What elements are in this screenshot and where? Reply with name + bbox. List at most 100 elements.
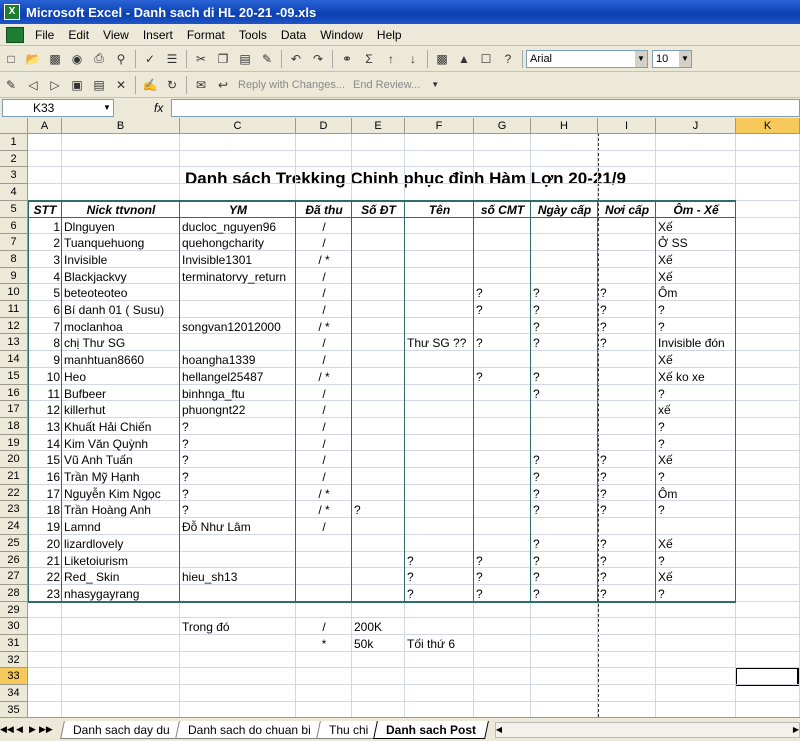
cell-i28[interactable]: ?: [598, 586, 656, 602]
cell-b17[interactable]: killerhut: [62, 402, 180, 418]
workbook-icon[interactable]: [6, 26, 24, 43]
cell-b6[interactable]: Dlnguyen: [62, 219, 180, 235]
row-header-3[interactable]: 3: [0, 167, 28, 184]
last-sheet-icon[interactable]: ▶▶: [39, 724, 53, 735]
cell-f18[interactable]: [405, 419, 474, 435]
column-header-b[interactable]: B: [62, 118, 180, 134]
cell-d28[interactable]: [296, 586, 352, 602]
cell-f14[interactable]: [405, 352, 474, 368]
reply-with-changes-button[interactable]: Reply with Changes...: [238, 79, 345, 91]
cell-i15[interactable]: [598, 369, 656, 385]
cell-b9[interactable]: Blackjackvy: [62, 269, 180, 285]
row-header-26[interactable]: 26: [0, 552, 28, 568]
column-label-6[interactable]: Tên: [405, 202, 474, 218]
cell-i9[interactable]: [598, 269, 656, 285]
table-row[interactable]: 13: [28, 419, 62, 435]
cell-j12[interactable]: ?: [656, 319, 736, 335]
table-row[interactable]: 7: [28, 319, 62, 335]
cell-d14[interactable]: /: [296, 352, 352, 368]
cell-h18[interactable]: [531, 419, 598, 435]
cell-e20[interactable]: [352, 452, 405, 468]
cell-b21[interactable]: Trần Mỹ Hạnh: [62, 469, 180, 485]
table-row[interactable]: 12: [28, 402, 62, 418]
row-header-29[interactable]: 29: [0, 602, 28, 618]
column-label-2[interactable]: Nick ttvnonl: [62, 202, 180, 218]
cell-e16[interactable]: [352, 386, 405, 402]
row-header-9[interactable]: 9: [0, 268, 28, 284]
cell-j18[interactable]: ?: [656, 419, 736, 435]
summary-label[interactable]: [180, 636, 296, 652]
tab-thu-chi[interactable]: Thu chi: [315, 720, 381, 739]
cell-f19[interactable]: [405, 436, 474, 452]
cell-b27[interactable]: Red_ Skin: [62, 569, 180, 585]
table-row[interactable]: 1: [28, 219, 62, 235]
cell-j6[interactable]: Xế: [656, 219, 736, 235]
cell-d20[interactable]: /: [296, 452, 352, 468]
cell-d23[interactable]: / *: [296, 502, 352, 518]
column-label-7[interactable]: số CMT: [474, 202, 531, 218]
horizontal-scrollbar[interactable]: ◀ ▶: [494, 721, 800, 738]
tab-danh-sach-day-du[interactable]: Danh sach day du: [60, 720, 183, 739]
summary-value[interactable]: 50k: [352, 636, 405, 652]
new-icon[interactable]: □: [1, 49, 21, 69]
cell-e27[interactable]: [352, 569, 405, 585]
cell-i13[interactable]: ?: [598, 335, 656, 351]
cell-i26[interactable]: ?: [598, 553, 656, 569]
cell-g15[interactable]: ?: [474, 369, 531, 385]
row-header-13[interactable]: 13: [0, 334, 28, 351]
permission-icon[interactable]: ◉: [67, 49, 87, 69]
cell-c27[interactable]: hieu_sh13: [180, 569, 296, 585]
cell-i18[interactable]: [598, 419, 656, 435]
function-icon[interactable]: fx: [154, 101, 163, 115]
cell-j7[interactable]: Ở SS: [656, 235, 736, 251]
table-row[interactable]: 17: [28, 486, 62, 502]
cell-g16[interactable]: [474, 386, 531, 402]
cell-c13[interactable]: [180, 335, 296, 351]
cell-c22[interactable]: ?: [180, 486, 296, 502]
row-header-8[interactable]: 8: [0, 251, 28, 268]
menu-edit[interactable]: Edit: [61, 28, 96, 42]
table-row[interactable]: 22: [28, 569, 62, 585]
cell-j25[interactable]: Xế: [656, 536, 736, 552]
table-row[interactable]: 4: [28, 269, 62, 285]
cell-b28[interactable]: nhasygayrang: [62, 586, 180, 602]
cell-b10[interactable]: beteoteoteo: [62, 285, 180, 301]
cell-h16[interactable]: ?: [531, 386, 598, 402]
hyperlink-icon[interactable]: ⚭: [337, 49, 357, 69]
cell-h17[interactable]: [531, 402, 598, 418]
previous-sheet-icon[interactable]: ◀: [13, 724, 26, 735]
cell-e17[interactable]: [352, 402, 405, 418]
row-header-15[interactable]: 15: [0, 368, 28, 385]
cell-j20[interactable]: Xế: [656, 452, 736, 468]
track-changes-icon[interactable]: ✍: [140, 75, 160, 95]
cell-g9[interactable]: [474, 269, 531, 285]
cell-i12[interactable]: ?: [598, 319, 656, 335]
cell-c17[interactable]: phuongnt22: [180, 402, 296, 418]
menu-file[interactable]: File: [28, 28, 61, 42]
chevron-down-icon[interactable]: ▼: [101, 100, 113, 116]
cell-f16[interactable]: [405, 386, 474, 402]
cell-d9[interactable]: /: [296, 269, 352, 285]
table-row[interactable]: 10: [28, 369, 62, 385]
column-header-g[interactable]: G: [474, 118, 531, 134]
next-sheet-icon[interactable]: ▶: [26, 724, 39, 735]
cell-h28[interactable]: ?: [531, 586, 598, 602]
cell-h19[interactable]: [531, 436, 598, 452]
summary-value[interactable]: 200K: [352, 619, 405, 635]
cell-i10[interactable]: ?: [598, 285, 656, 301]
cell-e10[interactable]: [352, 285, 405, 301]
cell-e9[interactable]: [352, 269, 405, 285]
open-icon[interactable]: 📂: [23, 49, 43, 69]
cell-h24[interactable]: [531, 519, 598, 535]
table-row[interactable]: 18: [28, 502, 62, 518]
cell-h21[interactable]: ?: [531, 469, 598, 485]
scroll-right-icon[interactable]: ▶: [793, 725, 799, 734]
cell-i16[interactable]: [598, 386, 656, 402]
cell-e22[interactable]: [352, 486, 405, 502]
column-label-8[interactable]: Ngày cấp: [531, 202, 598, 218]
cell-c19[interactable]: ?: [180, 436, 296, 452]
cell-h23[interactable]: ?: [531, 502, 598, 518]
cell-c16[interactable]: binhnga_ftu: [180, 386, 296, 402]
cell-g13[interactable]: ?: [474, 335, 531, 351]
cell-b7[interactable]: Tuanquehuong: [62, 235, 180, 251]
